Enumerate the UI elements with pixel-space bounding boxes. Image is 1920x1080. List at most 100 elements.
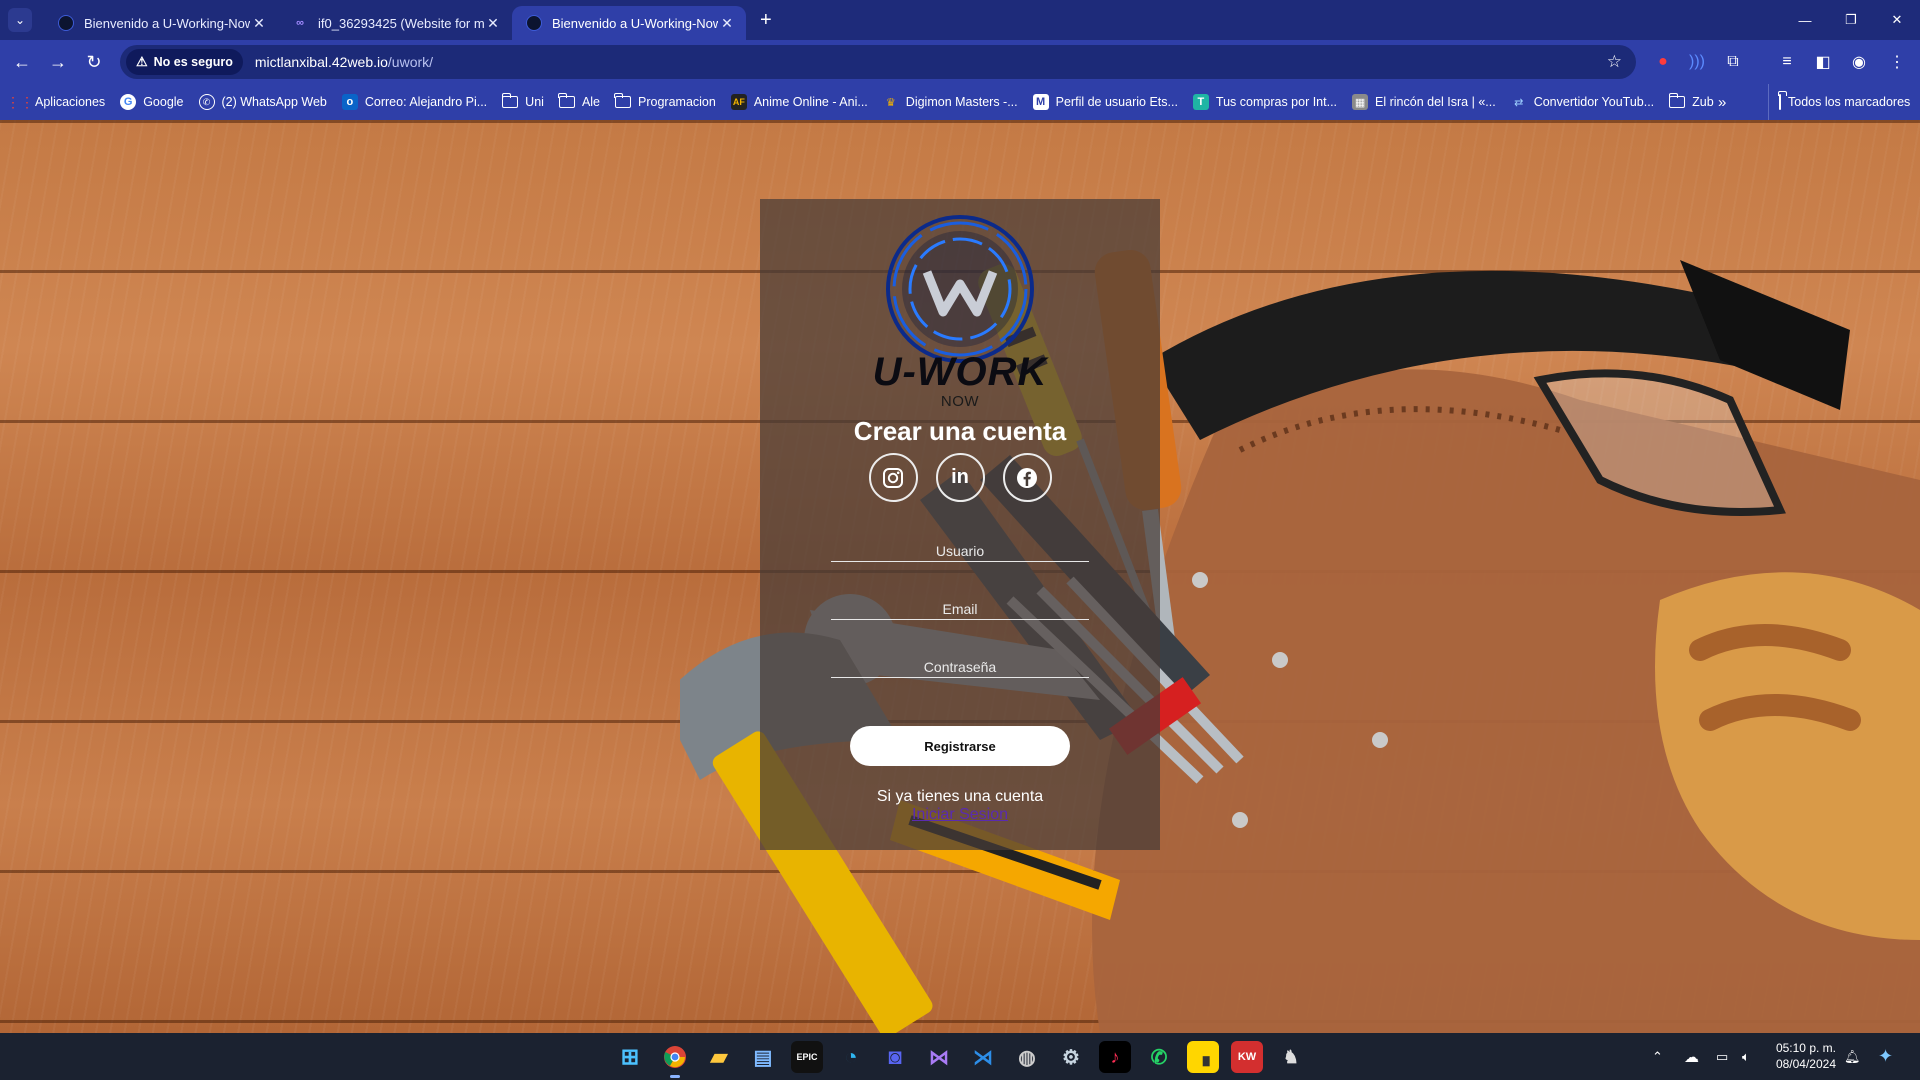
url-path: /uwork/	[387, 54, 434, 70]
profile-avatar-icon[interactable]: ◉	[1842, 40, 1876, 84]
obs-icon[interactable]: ◍	[1011, 1041, 1043, 1073]
login-link[interactable]: Iniciar Sesion	[912, 806, 1008, 824]
folder-icon	[1668, 93, 1686, 110]
close-icon[interactable]: ✕	[250, 15, 268, 32]
extension-red-icon[interactable]: ●	[1646, 40, 1680, 84]
register-button[interactable]: Registrarse	[850, 726, 1070, 766]
site-info-chip[interactable]: ⚠ No es seguro	[126, 49, 243, 75]
email-input[interactable]	[831, 601, 1089, 617]
sticky-notes-icon[interactable]: ▗	[1187, 1041, 1219, 1073]
url-host: mictlanxibal.42web.io	[254, 54, 388, 70]
reload-icon[interactable]: ↻	[76, 52, 112, 73]
close-icon[interactable]: ✕	[718, 15, 736, 32]
tab-label: if0_36293425 (Website for mictl	[318, 15, 484, 31]
outlook-icon: o	[341, 94, 358, 110]
tab-1[interactable]: Bienvenido a U-Working-Now ✕	[44, 6, 278, 40]
discord-icon[interactable]: ◙	[879, 1041, 911, 1073]
page-background: U-WORK NOW Crear una cuenta in Registrar…	[0, 120, 1920, 1033]
bookmark-label: El rincón del Isra | «...	[1375, 95, 1496, 109]
volume-icon[interactable]: 🔈︎	[1742, 1033, 1750, 1080]
bookmark-anime[interactable]: AF Anime Online - Ani...	[730, 94, 868, 110]
bookmark-label: Google	[143, 95, 184, 109]
brand-title: U-WORK	[872, 350, 1048, 394]
all-bookmarks-label: Todos los marcadores	[1788, 95, 1911, 109]
bookmark-whatsapp[interactable]: ✆ (2) WhatsApp Web	[198, 94, 327, 110]
brand-subtitle: NOW	[940, 393, 980, 410]
all-bookmarks-button[interactable]: Todos los marcadores	[1768, 84, 1910, 120]
browser-toolbar: ← → ↻ ⚠ No es seguro mictlanxibal.42web.…	[0, 40, 1920, 84]
bookmark-folder-uni[interactable]: Uni	[501, 93, 544, 110]
linkedin-icon: in	[951, 466, 969, 488]
page-title: Crear una cuenta	[853, 416, 1067, 446]
folder-icon	[501, 93, 519, 110]
store-icon[interactable]: ▤	[747, 1041, 779, 1073]
back-icon[interactable]: ←	[4, 52, 40, 73]
forward-icon[interactable]: →	[40, 52, 76, 73]
uwork-favicon-icon	[58, 15, 74, 31]
tray-chevron-up-icon[interactable]: ⌃	[1652, 1033, 1663, 1080]
chrome-icon[interactable]	[659, 1041, 691, 1078]
kw-app-icon[interactable]: KW	[1231, 1041, 1263, 1073]
extension-wave-icon[interactable]: )))	[1680, 40, 1714, 84]
windows-start-icon[interactable]: ⊞	[614, 1041, 646, 1073]
password-input[interactable]	[831, 659, 1089, 675]
bookmark-label: Anime Online - Ani...	[753, 95, 868, 109]
bookmark-folder-programacion[interactable]: Programacion	[614, 93, 716, 110]
bookmark-digimon[interactable]: ♛ Digimon Masters -...	[883, 94, 1018, 110]
close-icon[interactable]: ✕	[484, 15, 502, 32]
tab-label: Bienvenido a U-Working-Now	[552, 15, 718, 31]
bookmark-ets[interactable]: M Perfil de usuario Ets...	[1032, 94, 1178, 110]
network-icon[interactable]: ▭	[1716, 1033, 1728, 1080]
whatsapp-icon[interactable]: ✆	[1143, 1041, 1175, 1073]
tab-search-button[interactable]: ⌄	[8, 8, 32, 32]
android-app-icon[interactable]: ♞	[1275, 1041, 1307, 1073]
bookmark-convertidor[interactable]: ⇄ Convertidor YouTub...	[1511, 94, 1654, 110]
more-bookmarks-chevron-icon[interactable]: »	[1718, 84, 1726, 120]
address-bar[interactable]: ⚠ No es seguro mictlanxibal.42web.io/uwo…	[120, 45, 1636, 79]
facebook-button[interactable]	[1002, 453, 1052, 502]
new-tab-icon[interactable]: +	[760, 9, 772, 32]
folder-icon	[558, 93, 575, 110]
visual-studio-icon[interactable]: ⋈	[923, 1041, 955, 1073]
tab-2[interactable]: ∞ if0_36293425 (Website for mictl ✕	[278, 6, 512, 40]
bookmark-label: Zub	[1692, 95, 1714, 109]
steam-icon[interactable]: ⚙	[1055, 1041, 1087, 1073]
close-window-icon[interactable]: ✕	[1874, 0, 1920, 40]
bookmark-folder-ale[interactable]: Ale	[558, 93, 600, 110]
linkedin-button[interactable]: in	[935, 453, 985, 502]
uwork-favicon-icon	[526, 15, 542, 31]
bookmark-outlook[interactable]: o Correo: Alejandro Pi...	[341, 94, 487, 110]
vscode-icon[interactable]: ⋊	[967, 1041, 999, 1073]
extensions-puzzle-icon[interactable]: ⧉	[1716, 40, 1750, 84]
bookmark-compras[interactable]: T Tus compras por Int...	[1192, 94, 1337, 110]
media-control-icon[interactable]: ≡	[1770, 40, 1804, 84]
anime-flv-icon: AF	[730, 94, 747, 110]
window-controls: — ❐ ✕	[1782, 0, 1920, 40]
shop-icon: T	[1192, 94, 1209, 110]
tiktok-icon[interactable]: ♪	[1099, 1041, 1131, 1073]
url-text[interactable]: mictlanxibal.42web.io/uwork/	[255, 54, 433, 70]
epic-games-icon[interactable]: EPIC	[791, 1041, 823, 1073]
side-panel-icon[interactable]: ◧	[1806, 40, 1840, 84]
clock-date: 08/04/2024	[1775, 1057, 1836, 1071]
bookmark-star-icon[interactable]: ☆	[1607, 52, 1622, 72]
menu-kebab-icon[interactable]: ⋮	[1880, 40, 1914, 84]
username-input[interactable]	[831, 543, 1089, 559]
bookmark-folder-zub[interactable]: Zub	[1668, 93, 1714, 110]
converter-icon: ⇄	[1514, 96, 1524, 109]
password-field	[831, 640, 1089, 678]
bookmark-google[interactable]: G Google	[120, 94, 184, 110]
instagram-button[interactable]	[868, 453, 918, 502]
tab-3[interactable]: Bienvenido a U-Working-Now ✕	[512, 6, 746, 40]
clock[interactable]: 05:10 p. m. 08/04/2024	[1760, 1040, 1836, 1072]
edge-icon[interactable]: ◔	[835, 1041, 867, 1073]
restore-icon[interactable]: ❐	[1828, 0, 1874, 40]
onedrive-cloud-icon[interactable]: ☁	[1684, 1033, 1699, 1080]
file-explorer-icon[interactable]: ▰	[703, 1041, 735, 1073]
minimize-icon[interactable]: —	[1782, 0, 1828, 40]
notification-bell-icon[interactable]: 🔔︎	[1844, 1033, 1861, 1080]
bookmark-apps[interactable]: ⋮⋮ Aplicaciones	[6, 94, 105, 110]
bookmark-rincon[interactable]: ▦ El rincón del Isra | «...	[1352, 94, 1496, 110]
copilot-icon[interactable]: ✦	[1878, 1033, 1893, 1080]
taskbar: ⊞ ▰ ▤ EPIC ◔ ◙ ⋈ ⋊ ◍ ⚙ ♪ ✆ ▗ KW ♞ ⌃ ☁ ▭ …	[0, 1033, 1920, 1080]
